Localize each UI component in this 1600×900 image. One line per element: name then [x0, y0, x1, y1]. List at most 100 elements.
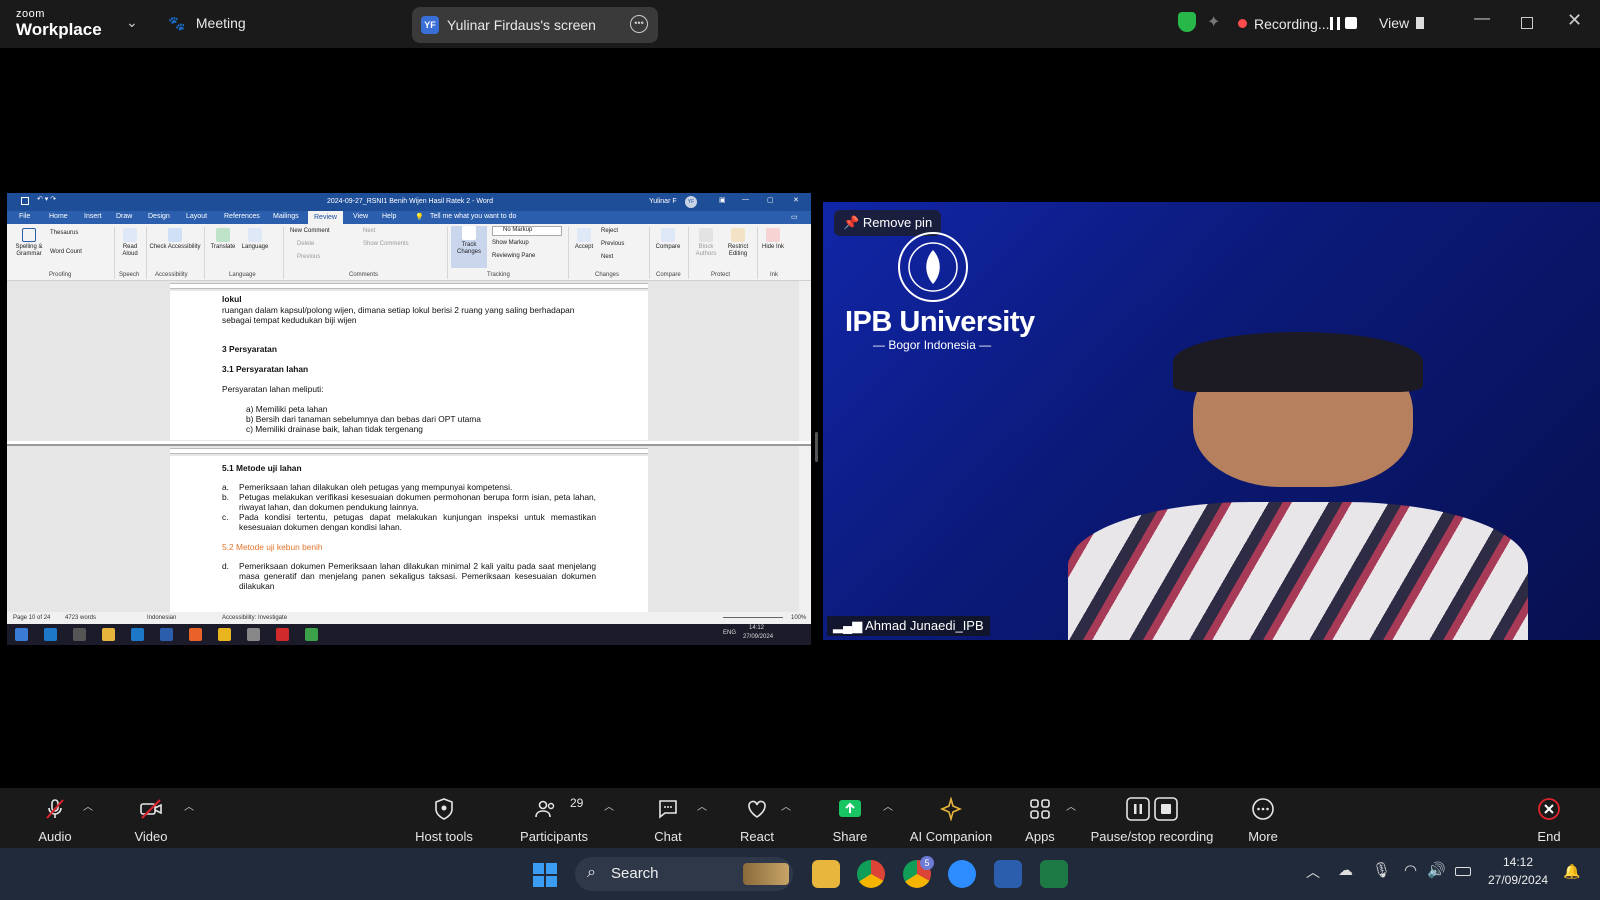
camera-off-icon [140, 799, 162, 819]
word-lower-pane: 5.1 Metode uji lahan a. Pemeriksaan laha… [7, 444, 811, 614]
lower-vertical-scrollbar [799, 446, 811, 614]
language-button: Language [239, 228, 271, 251]
shared-edge-icon [44, 628, 57, 641]
onedrive-icon[interactable]: ☁ [1338, 861, 1353, 879]
apps-button[interactable]: Apps [1016, 788, 1064, 848]
shared-mail-icon [131, 628, 144, 641]
clock-time[interactable]: 14:12 [1503, 855, 1533, 869]
word-tab-help: Help [382, 213, 397, 220]
chat-options-caret[interactable]: ︿ [697, 798, 707, 813]
encryption-shield-icon[interactable] [1178, 12, 1196, 32]
host-tools-button[interactable]: Host tools [409, 788, 479, 848]
chat-bubble-icon [659, 800, 677, 819]
university-name: IPB University [845, 306, 1035, 338]
word-review-ribbon: Spelling & Grammar Thesaurus Word Count … [7, 224, 811, 281]
close-window-icon[interactable]: ✕ [1567, 10, 1582, 31]
chrome-notification-badge: 5 [920, 856, 934, 870]
word-doc-title: 2024-09-27_RSNI1 Benih Wijen Hasil Ratek… [327, 198, 494, 205]
video-button[interactable]: Video [120, 788, 182, 848]
shared-time: 14:12 [749, 625, 765, 631]
split-resize-handle[interactable] [815, 432, 818, 462]
ribbon-separator [114, 227, 115, 279]
more-ellipsis-icon [1252, 798, 1274, 820]
paragraph-intro: Persyaratan lahan meliputi: [222, 384, 324, 394]
heading-persyaratan-lahan: 3.1 Persyaratan lahan [222, 364, 309, 374]
list-item-a: a) Memiliki peta lahan [246, 404, 328, 414]
meeting-info-button[interactable]: 🐾 Meeting [168, 15, 246, 33]
word-close-icon: ✕ [793, 197, 799, 204]
pause-stop-recording-button[interactable]: Pause/stop recording [1090, 788, 1214, 848]
show-hidden-icons-chevron-icon[interactable]: ︿ [1306, 862, 1320, 882]
pause-stop-recording-icon [1126, 797, 1178, 821]
chat-button[interactable]: Chat [640, 788, 696, 848]
share-options-icon[interactable]: ••• [630, 15, 648, 33]
more-button[interactable]: More [1238, 788, 1288, 848]
apps-options-caret[interactable]: ︿ [1066, 798, 1076, 813]
shared-acrobat-icon [276, 628, 289, 641]
shared-calculator-icon [73, 628, 86, 641]
participants-icon [535, 800, 555, 818]
battery-icon[interactable] [1455, 867, 1471, 876]
accept-icon [577, 228, 591, 242]
word-title-bar: ↶ ▾ ↷ 2024-09-27_RSNI1 Benih Wijen Hasil… [7, 193, 811, 211]
screen-share-indicator[interactable]: YF Yulinar Firdaus's screen ••• [412, 7, 658, 43]
ai-companion-button[interactable]: AI Companion [906, 788, 996, 848]
wifi-icon[interactable]: ◠ [1404, 861, 1417, 879]
notification-bell-icon[interactable]: 🔔 [1563, 863, 1580, 880]
end-meeting-button[interactable]: End [1524, 788, 1574, 848]
clock-date[interactable]: 27/09/2024 [1488, 873, 1548, 887]
term-lokul: lokul [222, 294, 242, 304]
word-count: 4723 words [65, 615, 97, 621]
word-taskbar-icon[interactable] [994, 860, 1022, 888]
previous-change-button: Previous [601, 241, 625, 247]
taskbar-search[interactable]: ⌕ Search [575, 857, 793, 891]
stop-recording-icon[interactable] [1345, 17, 1357, 29]
heading-metode-uji-kebun-benih: 5.2 Metode uji kebun benih [222, 542, 323, 552]
shared-screen[interactable]: ↶ ▾ ↷ 2024-09-27_RSNI1 Benih Wijen Hasil… [7, 193, 811, 645]
ribbon-separator [568, 227, 569, 279]
group-language: Language [229, 272, 256, 278]
share-button[interactable]: Share [821, 788, 879, 848]
restore-window-icon[interactable] [1521, 17, 1533, 29]
participants-button[interactable]: 29 Participants [516, 788, 592, 848]
participant-name-tag: ▂▄▆ Ahmad Junaedi_IPB [827, 616, 990, 636]
list-item-b: b) Bersih dari tanaman sebelumnya dan be… [246, 414, 481, 424]
windows-start-icon[interactable] [532, 862, 558, 888]
windows-taskbar: ⌕ Search 5 ︿ ☁ 🎙 ◠ 🔊 14:12 27/09/2024 🔔 [0, 848, 1600, 900]
shared-date: 27/09/2024 [743, 634, 774, 640]
audio-button[interactable]: Audio [24, 788, 86, 848]
accept-button: Accept [571, 228, 597, 251]
check-accessibility-button: Check Accessibility [149, 228, 201, 251]
file-explorer-icon[interactable] [812, 860, 840, 888]
heart-icon [748, 800, 766, 818]
view-button[interactable]: View [1379, 15, 1409, 31]
horizontal-ruler [170, 448, 648, 454]
react-options-caret[interactable]: ︿ [781, 798, 791, 813]
shared-windows-taskbar: ENG 14:12 27/09/2024 [7, 624, 811, 645]
shared-lang: ENG [723, 630, 737, 636]
next-comment-button: Next [363, 228, 376, 234]
word-tab-layout: Layout [186, 213, 208, 220]
chrome-icon[interactable] [857, 860, 885, 888]
zoom-taskbar-icon[interactable] [948, 860, 976, 888]
end-x-icon [1538, 798, 1560, 820]
volume-icon[interactable]: 🔊 [1427, 861, 1446, 879]
react-button[interactable]: React [730, 788, 784, 848]
page-count: Page 10 of 24 [13, 615, 51, 621]
word-upper-pane: lokul ruangan dalam kapsul/polong wijen,… [7, 281, 811, 441]
participant-video-tile[interactable]: 📌 Remove pin IPB University — Bogor Indo… [823, 202, 1600, 640]
minimize-window-icon[interactable]: — [1474, 10, 1490, 28]
video-options-caret[interactable]: ︿ [184, 798, 194, 813]
document-page-upper: lokul ruangan dalam kapsul/polong wijen,… [170, 291, 648, 440]
shield-icon [435, 798, 453, 820]
ai-sparkle-icon[interactable]: ✦ [1207, 12, 1220, 32]
app-menu-chevron-icon[interactable]: ⌄ [126, 14, 138, 31]
share-options-caret[interactable]: ︿ [883, 798, 893, 813]
ribbon-separator [688, 227, 689, 279]
excel-taskbar-icon[interactable] [1040, 860, 1068, 888]
pause-recording-icon[interactable] [1330, 17, 1340, 30]
markup-select: No Markup [492, 226, 562, 236]
audio-options-caret[interactable]: ︿ [83, 798, 93, 813]
participants-options-caret[interactable]: ︿ [604, 798, 614, 813]
microphone-icon[interactable]: 🎙 [1372, 861, 1391, 879]
